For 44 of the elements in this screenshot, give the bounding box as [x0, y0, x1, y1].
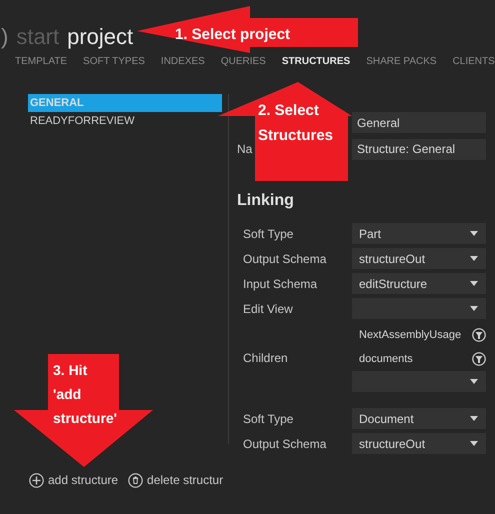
callout-text: 2. Select Structures — [258, 101, 334, 146]
dropdown[interactable]: structureOut — [352, 433, 486, 454]
action-button[interactable]: add structure — [29, 471, 118, 489]
field-label: Edit View — [243, 300, 294, 318]
tab[interactable]: SOFT TYPES — [83, 54, 145, 68]
field-label: Soft Type — [243, 410, 294, 428]
list-item[interactable]: READYFORREVIEW — [28, 112, 222, 130]
action-button[interactable]: delete structur — [128, 471, 224, 489]
field-label: Output Schema — [243, 436, 328, 452]
filter-icon[interactable] — [472, 352, 486, 366]
tab[interactable]: INDEXES — [160, 54, 205, 68]
callout-text: 1. Select project — [175, 25, 290, 45]
tab[interactable]: QUERIES — [220, 54, 266, 68]
dropdown[interactable]: Part — [352, 223, 486, 244]
tab[interactable]: STRUCTURES — [282, 54, 350, 68]
list-item[interactable]: documents — [359, 350, 413, 368]
caret-icon — [470, 231, 478, 236]
section-heading: Linking — [237, 191, 295, 211]
field-label: Output Schema — [243, 250, 328, 268]
caret-icon — [470, 306, 478, 311]
trash-icon — [128, 472, 144, 488]
field-label: Input Schema — [243, 276, 318, 292]
caret-icon — [470, 379, 478, 384]
dropdown[interactable]: structureOut — [352, 248, 486, 269]
input-field[interactable]: Structure: General — [352, 138, 486, 160]
field-label: Na — [237, 142, 252, 156]
field-label: Soft Type — [243, 226, 294, 242]
caret-icon — [470, 256, 478, 261]
filter-icon[interactable] — [472, 328, 486, 342]
tab[interactable]: SHARE PACKS — [366, 54, 437, 68]
callout-text: 3. Hit 'add structure' — [53, 361, 118, 428]
dropdown[interactable]: editStructure — [352, 273, 486, 294]
field-label: Children — [243, 350, 289, 366]
input-field[interactable]: General — [352, 112, 486, 133]
list-item[interactable]: NextAssemblyUsage — [359, 326, 462, 344]
add-icon — [29, 472, 44, 488]
page-title: project — [67, 23, 134, 51]
back-glyph[interactable]: ) — [0, 20, 8, 53]
caret-icon — [470, 281, 478, 286]
dropdown[interactable]: Document — [352, 408, 486, 429]
tab[interactable]: TEMPLATE — [15, 54, 68, 68]
caret-icon — [470, 416, 478, 421]
caret-icon — [470, 441, 478, 446]
tab[interactable]: CLIENTS — [452, 54, 495, 68]
